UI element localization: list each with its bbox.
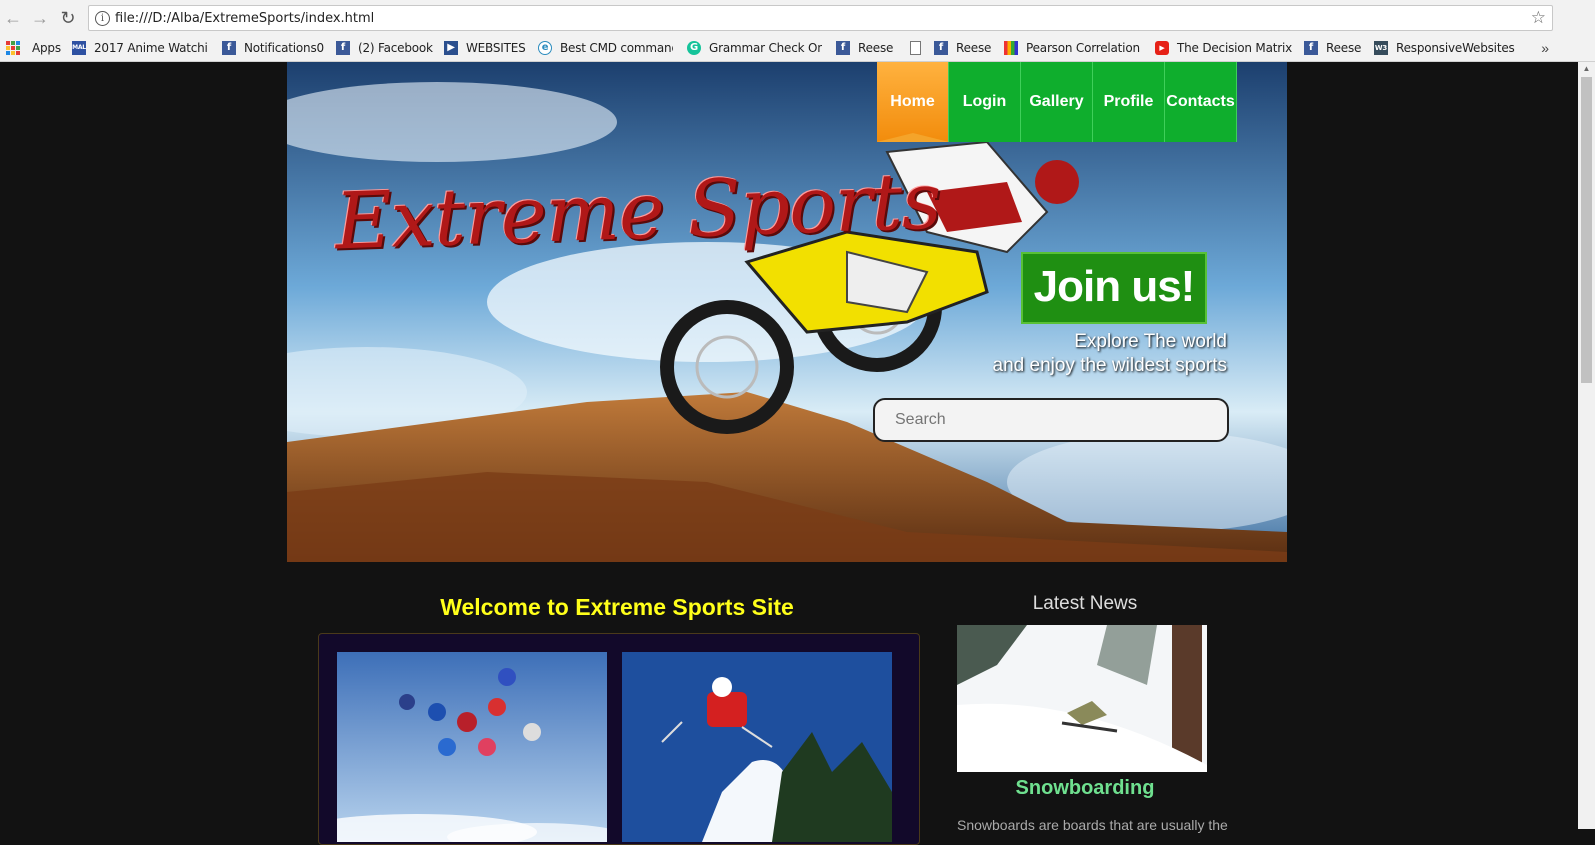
scrollbar-thumb[interactable] — [1581, 77, 1592, 383]
bookmark-label: Grammar Check Onl — [709, 41, 822, 55]
facebook-icon: f — [1304, 41, 1318, 55]
main-nav: Home Login Gallery Profile Contacts — [877, 62, 1237, 142]
facebook-icon: f — [336, 41, 350, 55]
news-caption[interactable]: Snowboarding — [957, 777, 1213, 800]
bookmark-item[interactable]: Pearson Correlation — [1004, 40, 1142, 56]
browser-toolbar: ← → ↻ i file:///D:/Alba/ExtremeSports/in… — [0, 0, 1595, 36]
facebook-icon: f — [222, 41, 236, 55]
bookmark-label: WEBSITES — [466, 41, 526, 55]
bookmark-item[interactable]: f (2) Facebook — [336, 40, 436, 56]
gallery-panel — [318, 633, 920, 845]
back-icon[interactable]: ← — [3, 8, 23, 28]
page-scrollbar[interactable]: ▲ — [1578, 62, 1595, 829]
bookmark-apps[interactable]: Apps — [6, 40, 61, 56]
mal-icon: MAL — [72, 41, 86, 55]
bookmark-label: ResponsiveWebsites — [1396, 41, 1515, 55]
bookmark-label: Reese — [956, 41, 992, 55]
page-icon — [910, 41, 921, 55]
nav-home[interactable]: Home — [877, 62, 949, 142]
nav-gallery[interactable]: Gallery — [1021, 62, 1093, 142]
search-input[interactable] — [873, 398, 1229, 442]
chart-icon — [1004, 41, 1018, 55]
apps-grid-icon — [6, 41, 20, 55]
address-bar[interactable]: i file:///D:/Alba/ExtremeSports/index.ht… — [88, 5, 1553, 31]
bookmark-item[interactable]: f Notifications0 — [222, 40, 326, 56]
hero-tagline: Explore The world and enjoy the wildest … — [993, 330, 1227, 378]
cmd-icon: e — [538, 41, 552, 55]
skydiving-image[interactable] — [337, 652, 607, 842]
bookmark-item[interactable]: ▶ WEBSITES — [444, 40, 528, 56]
tagline-line-2: and enjoy the wildest sports — [992, 355, 1227, 376]
ski-jump-image[interactable] — [622, 652, 892, 842]
w3schools-icon: W3 — [1374, 41, 1388, 55]
facebook-icon: f — [934, 41, 948, 55]
bookmark-label: Reese — [858, 41, 894, 55]
bookmark-item[interactable]: e Best CMD command — [538, 40, 673, 56]
bookmark-item[interactable]: f Reese — [836, 40, 896, 56]
bookmark-label: Reese — [1326, 41, 1362, 55]
nav-login[interactable]: Login — [949, 62, 1021, 142]
bookmark-label: The Decision Matrix — [1177, 41, 1293, 55]
welcome-heading: Welcome to Extreme Sports Site — [440, 594, 794, 620]
hero-banner: Extreme Sports Home Login Gallery Profil… — [287, 62, 1287, 562]
bookmark-item[interactable]: f Reese — [1304, 40, 1364, 56]
grammarly-icon: G — [687, 41, 701, 55]
info-icon[interactable]: i — [95, 11, 110, 26]
bookmark-label: Apps — [32, 41, 61, 55]
bookmark-label: (2) Facebook — [358, 41, 433, 55]
bookmark-item[interactable] — [910, 40, 924, 56]
reload-icon[interactable]: ↻ — [58, 8, 78, 28]
bookmarks-bar: Apps MAL 2017 Anime Watchin f Notificati… — [0, 36, 1595, 62]
forward-icon[interactable]: → — [30, 8, 50, 28]
bookmark-item[interactable]: ▶ The Decision Matrix — [1155, 40, 1293, 56]
bookmark-label: Pearson Correlation — [1026, 41, 1140, 55]
bookmark-item[interactable]: G Grammar Check Onl — [687, 40, 822, 56]
address-url[interactable]: file:///D:/Alba/ExtremeSports/index.html — [115, 11, 374, 26]
join-us-button[interactable]: Join us! — [1021, 252, 1207, 324]
nav-contacts[interactable]: Contacts — [1165, 62, 1237, 142]
bookmark-label: Notifications0 — [244, 41, 324, 55]
tagline-line-1: Explore The world — [1074, 331, 1227, 352]
bookmark-label: Best CMD command — [560, 41, 673, 55]
youtube-icon: ▶ — [1155, 41, 1169, 55]
bookmark-label: 2017 Anime Watchin — [94, 41, 207, 55]
snowboarding-image[interactable] — [957, 625, 1207, 772]
news-text: Snowboards are boards that are usually t… — [957, 817, 1228, 833]
bookmark-item[interactable]: W3 ResponsiveWebsites — [1374, 40, 1524, 56]
bookmark-item[interactable]: MAL 2017 Anime Watchin — [72, 40, 207, 56]
more-bookmarks-icon[interactable]: » — [1541, 40, 1549, 56]
bookmark-item[interactable]: f Reese — [934, 40, 996, 56]
nav-profile[interactable]: Profile — [1093, 62, 1165, 142]
websites-icon: ▶ — [444, 41, 458, 55]
latest-news-heading: Latest News — [1032, 593, 1138, 614]
facebook-icon: f — [836, 41, 850, 55]
scroll-up-icon[interactable]: ▲ — [1578, 62, 1595, 76]
bookmark-star-icon[interactable]: ☆ — [1531, 8, 1546, 28]
